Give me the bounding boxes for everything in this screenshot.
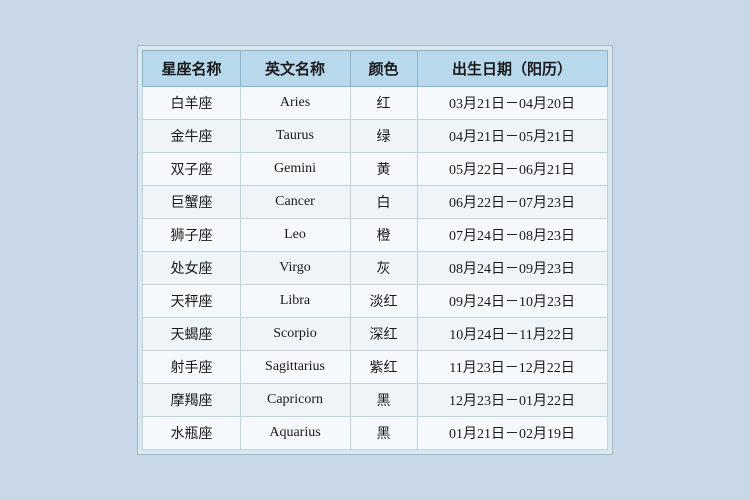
table-row: 巨蟹座Cancer白06月22日－07月23日 (143, 186, 607, 219)
table-row: 摩羯座Capricorn黑12月23日－01月22日 (143, 384, 607, 417)
header-date: 出生日期（阳历） (417, 51, 607, 87)
cell-date: 06月22日－07月23日 (417, 186, 607, 219)
cell-date: 03月21日－04月20日 (417, 87, 607, 120)
cell-english: Gemini (240, 153, 350, 186)
zodiac-table: 星座名称 英文名称 颜色 出生日期（阳历） 白羊座Aries红03月21日－04… (142, 50, 607, 450)
cell-color: 灰 (350, 252, 417, 285)
cell-color: 深红 (350, 318, 417, 351)
cell-date: 08月24日－09月23日 (417, 252, 607, 285)
table-row: 天秤座Libra淡红09月24日－10月23日 (143, 285, 607, 318)
table-row: 狮子座Leo橙07月24日－08月23日 (143, 219, 607, 252)
cell-color: 黄 (350, 153, 417, 186)
cell-chinese: 狮子座 (143, 219, 240, 252)
table-row: 射手座Sagittarius紫红11月23日－12月22日 (143, 351, 607, 384)
cell-chinese: 金牛座 (143, 120, 240, 153)
cell-date: 01月21日－02月19日 (417, 417, 607, 450)
cell-date: 11月23日－12月22日 (417, 351, 607, 384)
cell-english: Capricorn (240, 384, 350, 417)
table-row: 处女座Virgo灰08月24日－09月23日 (143, 252, 607, 285)
header-english: 英文名称 (240, 51, 350, 87)
cell-english: Libra (240, 285, 350, 318)
cell-chinese: 巨蟹座 (143, 186, 240, 219)
header-color: 颜色 (350, 51, 417, 87)
cell-english: Leo (240, 219, 350, 252)
cell-english: Aries (240, 87, 350, 120)
cell-chinese: 射手座 (143, 351, 240, 384)
cell-english: Sagittarius (240, 351, 350, 384)
cell-color: 淡红 (350, 285, 417, 318)
cell-date: 04月21日－05月21日 (417, 120, 607, 153)
table-row: 天蝎座Scorpio深红10月24日－11月22日 (143, 318, 607, 351)
cell-color: 绿 (350, 120, 417, 153)
cell-english: Scorpio (240, 318, 350, 351)
cell-chinese: 摩羯座 (143, 384, 240, 417)
cell-chinese: 天秤座 (143, 285, 240, 318)
cell-color: 橙 (350, 219, 417, 252)
table-header-row: 星座名称 英文名称 颜色 出生日期（阳历） (143, 51, 607, 87)
table-row: 双子座Gemini黄05月22日－06月21日 (143, 153, 607, 186)
cell-chinese: 白羊座 (143, 87, 240, 120)
cell-english: Cancer (240, 186, 350, 219)
cell-date: 12月23日－01月22日 (417, 384, 607, 417)
table-row: 金牛座Taurus绿04月21日－05月21日 (143, 120, 607, 153)
cell-color: 红 (350, 87, 417, 120)
cell-color: 白 (350, 186, 417, 219)
cell-date: 09月24日－10月23日 (417, 285, 607, 318)
cell-color: 黑 (350, 417, 417, 450)
cell-english: Taurus (240, 120, 350, 153)
cell-english: Aquarius (240, 417, 350, 450)
zodiac-table-container: 星座名称 英文名称 颜色 出生日期（阳历） 白羊座Aries红03月21日－04… (137, 45, 612, 455)
cell-date: 07月24日－08月23日 (417, 219, 607, 252)
cell-color: 黑 (350, 384, 417, 417)
table-row: 水瓶座Aquarius黑01月21日－02月19日 (143, 417, 607, 450)
header-chinese: 星座名称 (143, 51, 240, 87)
cell-date: 10月24日－11月22日 (417, 318, 607, 351)
cell-chinese: 天蝎座 (143, 318, 240, 351)
cell-date: 05月22日－06月21日 (417, 153, 607, 186)
cell-chinese: 水瓶座 (143, 417, 240, 450)
cell-chinese: 双子座 (143, 153, 240, 186)
cell-english: Virgo (240, 252, 350, 285)
cell-color: 紫红 (350, 351, 417, 384)
table-row: 白羊座Aries红03月21日－04月20日 (143, 87, 607, 120)
cell-chinese: 处女座 (143, 252, 240, 285)
